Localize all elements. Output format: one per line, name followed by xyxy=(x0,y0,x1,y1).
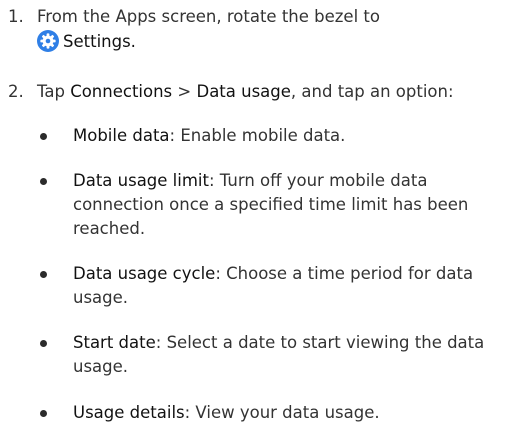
bullet xyxy=(40,340,47,347)
list-item: Usage details: View your data usage. xyxy=(0,401,521,427)
option-term: Data usage cycle xyxy=(73,264,216,283)
option-description: : Enable mobile data. xyxy=(169,126,346,145)
bullet xyxy=(40,271,47,278)
bullet xyxy=(40,133,47,140)
list-item: Start date: Select a date to start viewi… xyxy=(0,331,521,381)
list-item-text: Data usage cycle: Choose a time period f… xyxy=(73,262,517,310)
instructions-document: 1. From the Apps screen, rotate the beze… xyxy=(0,0,521,437)
option-description: : View your data usage. xyxy=(184,403,380,422)
options-list: Mobile data: Enable mobile data. Data us… xyxy=(0,0,521,437)
option-term: Data usage limit xyxy=(73,171,209,190)
list-item-text: Start date: Select a date to start viewi… xyxy=(73,331,517,379)
list-item: Mobile data: Enable mobile data. xyxy=(0,124,521,150)
list-item-text: Mobile data: Enable mobile data. xyxy=(73,124,517,148)
bullet xyxy=(40,410,47,417)
option-term: Start date xyxy=(73,333,156,352)
bullet xyxy=(40,178,47,185)
option-term: Usage details xyxy=(73,403,185,422)
list-item: Data usage cycle: Choose a time period f… xyxy=(0,262,521,312)
list-item-text: Usage details: View your data usage. xyxy=(73,401,517,425)
list-item-text: Data usage limit: Turn off your mobile d… xyxy=(73,169,517,241)
option-term: Mobile data xyxy=(73,126,170,145)
list-item: Data usage limit: Turn off your mobile d… xyxy=(0,169,521,243)
